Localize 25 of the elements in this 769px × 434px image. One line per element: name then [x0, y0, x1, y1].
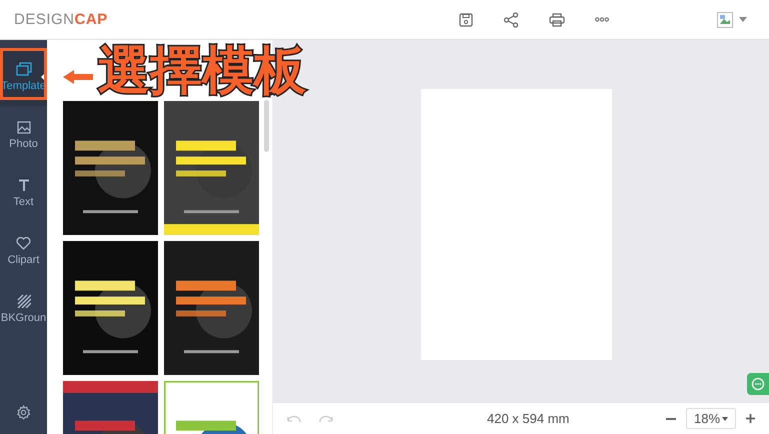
settings-icon[interactable]: [16, 405, 31, 420]
highlight-frame: [0, 48, 47, 100]
caret-icon[interactable]: [739, 17, 747, 22]
chat-icon: [751, 377, 765, 391]
image-icon: [16, 120, 30, 134]
sidebar-item[interactable]: BKGroun: [0, 280, 47, 338]
zoom-select[interactable]: 18%: [686, 408, 736, 429]
stripes-icon: [16, 294, 30, 308]
broken-image-icon[interactable]: [717, 12, 733, 28]
sidebar-item[interactable]: Clipart: [0, 222, 47, 280]
text-icon: [18, 178, 30, 192]
page-size-text: 420 x 594 mm: [487, 411, 570, 426]
save-icon[interactable]: [459, 12, 473, 26]
share-icon[interactable]: [503, 12, 519, 28]
print-icon[interactable]: [549, 12, 565, 26]
sidebar-item[interactable]: Photo: [0, 106, 47, 164]
sidebar-item[interactable]: Text: [0, 164, 47, 222]
heart-icon: [16, 236, 31, 250]
pointer-arrow: [62, 68, 94, 86]
more-icon[interactable]: [595, 17, 609, 22]
zoom-in-icon[interactable]: [746, 414, 755, 423]
caret-icon: [722, 416, 728, 420]
logo[interactable]: DESIGNCAP: [14, 11, 414, 28]
layers-icon: [16, 62, 32, 76]
annotation-text: 選擇模板: [98, 40, 306, 102]
